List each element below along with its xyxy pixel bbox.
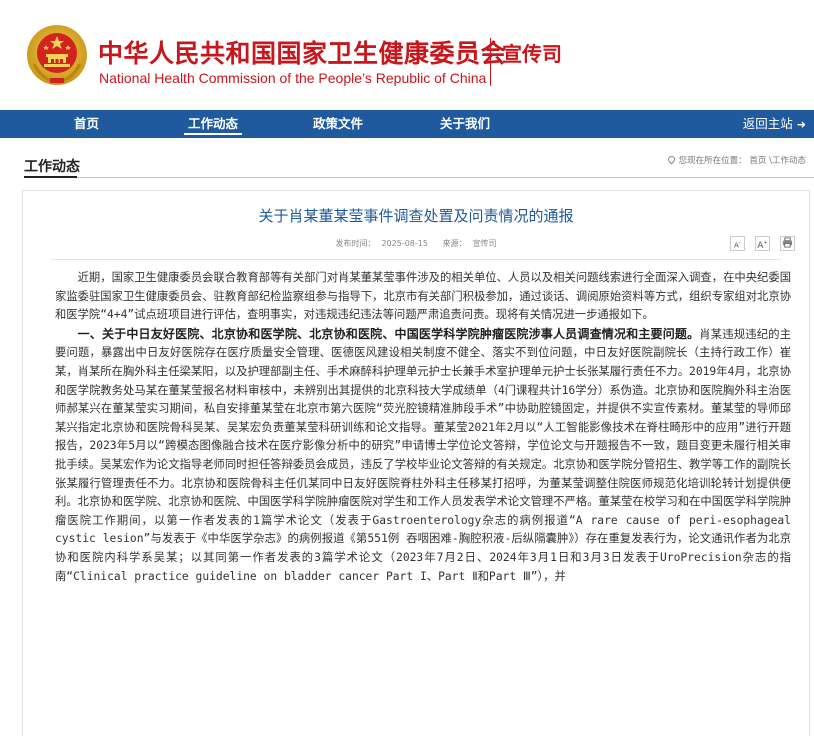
nav-item-work-news[interactable]: 工作动态 (183, 110, 243, 138)
font-increase-button[interactable]: A+ (754, 236, 770, 251)
nav-item-about-us[interactable]: 关于我们 (440, 110, 490, 138)
title-divider (490, 38, 491, 86)
article-paragraph-intro: 近期，国家卫生健康委员会联合教育部等有关部门对肖某董某莹事件涉及的相关单位、人员… (55, 271, 791, 322)
article-panel: 关于肖某董某莹事件调查处置及问责情况的通报 发布时间： 2025-08-15 来源… (22, 190, 810, 736)
nav-item-policy-documents[interactable]: 政策文件 (313, 110, 363, 138)
article-title: 关于肖某董某莹事件调查处置及问责情况的通报 (258, 207, 574, 225)
section-title: 工作动态 (24, 159, 80, 175)
article-body: 近期，国家卫生健康委员会联合教育部等有关部门对肖某董某莹事件涉及的相关单位、人员… (55, 269, 791, 586)
article-paragraph-section1: 一、关于中日友好医院、北京协和医学院、北京协和医院、中国医学科学院肿瘤医院涉事人… (55, 325, 791, 586)
print-button[interactable] (780, 236, 795, 251)
print-icon (782, 237, 793, 248)
section-title-underline (24, 176, 77, 178)
site-header: 中华人民共和国国家卫生健康委员会 National Health Commiss… (0, 0, 814, 110)
section-divider (24, 177, 814, 178)
article-tools: A- A+ (725, 236, 795, 252)
site-title-cn: 中华人民共和国国家卫生健康委员会 (98, 39, 507, 68)
section1-heading: 一、关于中日友好医院、北京协和医学院、北京协和医院、中国医学科学院肿瘤医院涉事人… (77, 326, 700, 341)
breadcrumb-prefix: 您现在所在位置： (678, 156, 747, 166)
meta-divider (51, 259, 781, 260)
source-value: 宣传司 (472, 239, 497, 248)
site-title-en: National Health Commission of the People… (99, 70, 487, 86)
breadcrumb-home-link[interactable]: 首页 (749, 156, 766, 166)
department-name: 宣传司 (502, 42, 562, 66)
return-main-site-label: 返回主站 (742, 116, 793, 131)
article-meta: 发布时间： 2025-08-15 来源： 宣传司 (23, 238, 809, 249)
font-decrease-button[interactable]: A- (729, 236, 745, 251)
return-main-site-link[interactable]: 返回主站 ➜ (743, 110, 806, 138)
publish-date: 2025-08-15 (381, 239, 428, 248)
publish-date-label: 发布时间： (335, 239, 376, 248)
breadcrumb-current: 工作动态 (771, 156, 806, 166)
main-nav: 首页 工作动态 政策文件 关于我们 返回主站 ➜ (0, 110, 814, 138)
section1-body: 肖某违规违纪的主要问题，暴露出中日友好医院存在医疗质量安全管理、医德医风建设相关… (55, 327, 791, 583)
national-emblem-icon[interactable] (26, 24, 88, 86)
breadcrumb: 您现在所在位置： 首页 \工作动态 (666, 154, 806, 166)
nav-item-home[interactable]: 首页 (74, 110, 99, 138)
arrow-right-icon: ➜ (796, 118, 806, 131)
location-pin-icon (666, 154, 677, 165)
source-label: 来源： (442, 239, 467, 248)
